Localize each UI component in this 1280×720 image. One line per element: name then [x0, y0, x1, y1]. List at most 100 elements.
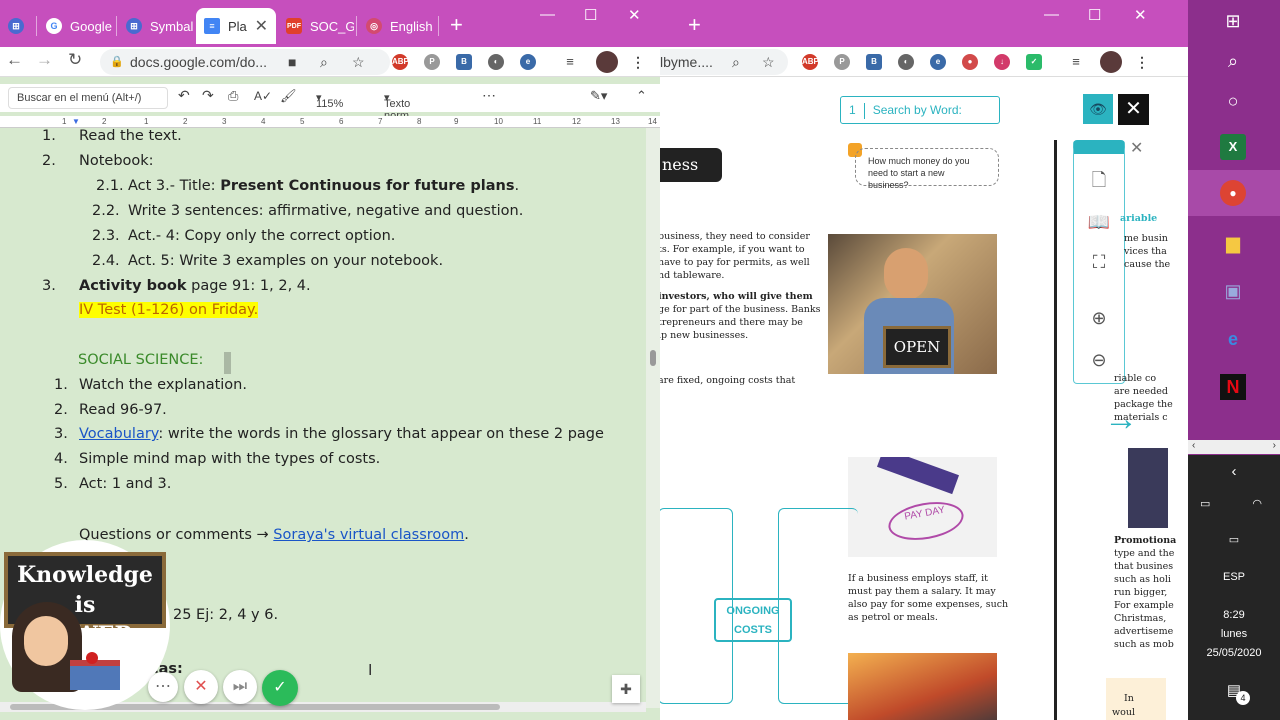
list-item: 2.3. Act.- 4: Copy only the correct optio… — [92, 228, 396, 244]
ongoing-costs-box: ONGOING COSTS — [714, 598, 792, 642]
chrome-icon[interactable]: ● — [1220, 180, 1246, 206]
extension-icon[interactable]: ◐ — [898, 54, 914, 70]
indent-marker[interactable]: ▼ — [72, 117, 80, 126]
maximize-button[interactable]: ☐ — [584, 6, 597, 24]
url-field[interactable]: 🔒 docs.google.com/do... ■ ⌕ ☆ — [100, 49, 390, 75]
apps-icon: ⊞ — [8, 18, 24, 34]
adblock-icon[interactable]: ABP — [802, 54, 819, 70]
zoom-out-icon[interactable]: ⊖ — [1087, 348, 1111, 372]
close-window-button-2[interactable]: ✕ — [1134, 6, 1147, 24]
menu-icon[interactable]: ⋮ — [1134, 54, 1150, 70]
e-extension-icon[interactable]: e — [930, 54, 946, 70]
extension-icon[interactable]: ◐ — [488, 54, 504, 70]
e-extension-icon[interactable]: e — [520, 54, 536, 70]
reject-button[interactable]: ✕ — [184, 670, 218, 704]
taskbar-scrollbar[interactable]: ‹ › — [1188, 440, 1280, 454]
minimize-button[interactable]: — — [540, 6, 555, 23]
netflix-icon[interactable]: N — [1220, 374, 1246, 400]
exercise-line: 25 Ej: 2, 4 y 6. — [173, 607, 279, 623]
language-indicator[interactable]: ESP — [1188, 571, 1280, 583]
eye-icon[interactable]: 👁 — [1083, 94, 1113, 124]
tab-pdf[interactable]: PDF SOC_G — [278, 8, 354, 44]
undo-icon[interactable]: ↶ — [178, 87, 190, 104]
search-input[interactable]: 1 Search by Word: — [840, 96, 1000, 124]
forward-icon[interactable]: → — [36, 50, 53, 70]
print-icon[interactable]: ⎙ — [228, 88, 238, 104]
close-viewer-button[interactable]: ✕ — [1118, 94, 1149, 125]
edge-icon[interactable]: e — [1220, 326, 1246, 352]
avatar[interactable] — [596, 51, 618, 73]
spellcheck-icon[interactable]: A✓ — [254, 89, 272, 103]
tab-symbaloo[interactable]: ⊞ Symbal — [118, 8, 194, 44]
contacts-icon[interactable]: ▣ — [1220, 278, 1246, 304]
list-item: 1. Watch the explanation. — [54, 377, 247, 393]
add-comment-button[interactable]: ✚ — [612, 675, 640, 703]
green-extension-icon[interactable]: ✓ — [1026, 54, 1042, 70]
text-cursor — [224, 352, 231, 374]
page-icon[interactable]: 🗋 — [1087, 168, 1111, 192]
vocabulary-link[interactable]: Vocabulary — [79, 426, 158, 442]
notification-icon[interactable]: ▤ — [1188, 681, 1280, 699]
style-select[interactable]: Texto norm... ▾ — [384, 91, 418, 122]
zoom-select[interactable]: 115% ▾ — [316, 91, 343, 110]
b-extension-icon[interactable]: B — [456, 54, 472, 70]
excel-icon[interactable]: X — [1220, 134, 1246, 160]
more-icon[interactable]: ⋯ — [482, 87, 496, 104]
redo-icon[interactable]: ↷ — [202, 87, 214, 104]
tab-english[interactable]: ◎ English — [358, 8, 438, 44]
new-tab-button[interactable]: + — [450, 12, 463, 38]
pinterest-icon[interactable]: P — [424, 54, 440, 70]
paint-format-icon[interactable]: 🖌 — [280, 88, 297, 104]
pinterest-icon[interactable]: P — [834, 54, 850, 70]
vertical-scrollbar[interactable] — [646, 128, 660, 708]
url-field-2[interactable]: lbyme.... ⌕ ☆ — [658, 49, 788, 75]
adblock-icon[interactable]: ABP — [392, 54, 409, 70]
collapse-icon[interactable]: ⌃ — [636, 88, 647, 104]
avatar[interactable] — [1100, 51, 1122, 73]
tab-google[interactable]: G Google — [38, 8, 116, 44]
fullscreen-icon[interactable]: ⛶ — [1087, 250, 1111, 274]
book-icon[interactable]: 📖 — [1087, 210, 1111, 234]
more-options-button[interactable]: ⋯ — [148, 672, 178, 702]
edit-mode-icon[interactable]: ✎▾ — [590, 88, 607, 104]
record-extension-icon[interactable]: ● — [962, 54, 978, 70]
minimize-button-2[interactable]: — — [1044, 6, 1059, 23]
classroom-link[interactable]: Soraya's virtual classroom — [273, 527, 464, 543]
docs-icon: ≡ — [204, 18, 220, 34]
menu-search-input[interactable]: Buscar en el menú (Alt+/) — [8, 87, 168, 109]
tab-docs-active[interactable]: ≡ Pla ✕ — [196, 8, 276, 44]
next-button[interactable]: ⏭ — [223, 670, 257, 704]
wifi-icon[interactable]: ◠ — [1188, 497, 1280, 510]
back-icon[interactable]: ← — [6, 50, 23, 70]
star-icon[interactable]: ☆ — [352, 49, 365, 75]
close-icon[interactable]: ✕ — [255, 16, 268, 36]
textbook-window: + — ☐ ✕ lbyme.... ⌕ ☆ ABP P B ◐ e ● ↓ ✓ … — [658, 0, 1188, 720]
person-face — [884, 248, 928, 300]
close-toolbar-icon[interactable]: ✕ — [1130, 138, 1143, 158]
star-icon[interactable]: ☆ — [762, 49, 775, 75]
zoom-icon[interactable]: ⌕ — [320, 49, 328, 75]
shop-owner-photo: OPEN — [828, 234, 997, 374]
download-extension-icon[interactable]: ↓ — [994, 54, 1010, 70]
clock-time[interactable]: 8:29 — [1188, 609, 1280, 621]
search-icon[interactable]: ⌕ — [1220, 48, 1246, 74]
camera-icon[interactable]: ■ — [288, 49, 296, 75]
file-explorer-icon[interactable]: ▆ — [1220, 230, 1246, 256]
zoom-icon[interactable]: ⌕ — [732, 49, 740, 75]
close-window-button[interactable]: ✕ — [628, 6, 641, 24]
display-icon[interactable]: ▭ — [1188, 533, 1280, 546]
reload-icon[interactable]: ↻ — [68, 50, 82, 70]
collapse-tray-icon[interactable]: ‹ — [1188, 463, 1280, 480]
new-tab-button-2[interactable]: + — [688, 12, 701, 38]
cortana-icon[interactable]: ○ — [1220, 88, 1246, 114]
tab-apps[interactable]: ⊞ — [0, 8, 36, 44]
maximize-button-2[interactable]: ☐ — [1088, 6, 1101, 24]
menu-icon[interactable]: ⋮ — [630, 54, 646, 70]
accept-button[interactable]: ✓ — [262, 670, 298, 706]
windows-start-icon[interactable]: ⊞ — [1220, 8, 1246, 34]
media-icon[interactable]: ≡ — [1068, 54, 1084, 70]
media-icon[interactable]: ≡ — [562, 54, 578, 70]
list-item: 3. Activity book page 91: 1, 2, 4. — [42, 278, 311, 294]
b-extension-icon[interactable]: B — [866, 54, 882, 70]
zoom-in-icon[interactable]: ⊕ — [1087, 306, 1111, 330]
